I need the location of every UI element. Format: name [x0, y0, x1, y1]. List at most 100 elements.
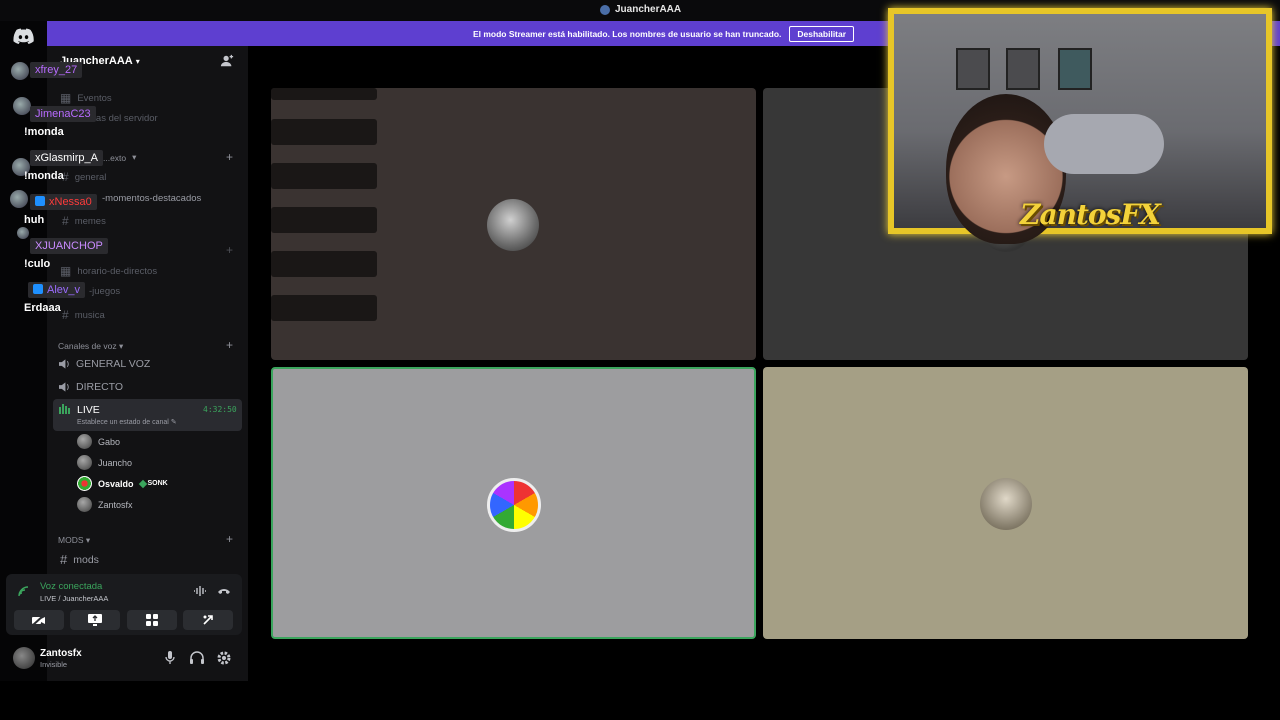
speaker-icon	[59, 382, 69, 392]
add-member-icon[interactable]	[220, 54, 234, 68]
streamer-arm	[1044, 114, 1164, 174]
category-text[interactable]: ...exto ▾	[103, 152, 136, 163]
category-label: Canales de voz	[58, 341, 117, 351]
chat-username: xGlasmirp_A	[30, 150, 103, 166]
tile-overlay-strip	[271, 207, 377, 233]
soundboard-button[interactable]	[183, 610, 233, 630]
voice-channel-direct[interactable]: DIRECTO	[59, 381, 123, 393]
add-channel-icon[interactable]: +	[226, 243, 233, 257]
chat-message: Erdaaa	[24, 302, 61, 314]
channel-label: memes	[74, 215, 106, 227]
category-mods[interactable]: MODS ▾	[58, 535, 90, 546]
channel-general[interactable]: # general	[62, 170, 106, 184]
subscriber-badge-icon	[35, 196, 45, 206]
category-label: ...exto	[103, 152, 127, 163]
channel-memes[interactable]: # memes	[62, 214, 106, 228]
headphones-icon[interactable]	[190, 651, 204, 665]
channel-schedule[interactable]: ▦ horario-de-directos	[60, 264, 157, 278]
category-label: MODS	[58, 535, 84, 545]
wall-frame	[1006, 48, 1040, 90]
hash-icon: #	[62, 214, 69, 228]
voice-user[interactable]: Gabo	[77, 434, 120, 449]
voice-user[interactable]: Zantosfx	[77, 497, 133, 512]
channel-highlights[interactable]: -momentos-destacados	[102, 193, 201, 204]
disable-streamer-button[interactable]: Deshabilitar	[789, 25, 855, 42]
user-tag-badge: SONK	[138, 479, 168, 488]
voice-channel-label: DIRECTO	[76, 381, 124, 393]
camera-button[interactable]	[14, 610, 64, 630]
channel-label: mods	[73, 553, 99, 566]
signal-icon[interactable]	[18, 586, 30, 597]
banner-text: El modo Streamer está habilitado. Los no…	[472, 28, 782, 39]
avatar	[77, 455, 92, 470]
chat-username: XJUANCHOP	[30, 238, 108, 254]
chat-username: Alev_v	[28, 282, 86, 298]
channel-label: horario-de-directos	[77, 265, 158, 277]
channel-events[interactable]: ▦ Eventos	[60, 91, 112, 105]
gear-icon[interactable]	[217, 651, 231, 665]
calendar-icon: ▦	[60, 264, 72, 278]
disconnect-icon[interactable]	[217, 585, 231, 597]
user-status: Invisible	[40, 660, 68, 669]
activities-button[interactable]	[127, 610, 177, 630]
avatar	[487, 478, 541, 532]
channel-label: -juegos	[89, 286, 121, 297]
hash-icon: #	[62, 308, 69, 322]
screen-share-icon	[88, 614, 102, 626]
discord-logo-icon[interactable]	[13, 28, 34, 44]
tile-overlay-strip	[271, 251, 377, 277]
screen-share-button[interactable]	[70, 610, 120, 630]
avatar	[10, 190, 28, 208]
noise-suppression-icon[interactable]	[193, 585, 207, 597]
chat-message: !culo	[24, 258, 51, 270]
avatar	[487, 199, 539, 251]
soundboard-icon	[203, 615, 213, 625]
subscriber-badge-icon	[33, 284, 43, 294]
pencil-icon: ✎	[170, 419, 177, 426]
tile-overlay-strip	[271, 163, 377, 189]
avatar	[17, 227, 29, 239]
chat-message: !monda	[24, 170, 64, 182]
chat-message: !monda	[24, 126, 64, 138]
username[interactable]: Zantosfx	[40, 648, 82, 659]
channel-server-guide[interactable]: ...as del servidor	[88, 113, 158, 124]
add-channel-icon[interactable]: +	[226, 150, 233, 164]
avatar	[980, 478, 1032, 530]
voice-user[interactable]: Osvaldo SONK	[77, 476, 168, 491]
tile-overlay-strip	[271, 295, 377, 321]
channel-music[interactable]: # musica	[62, 308, 105, 322]
voice-location: LIVE / JuancherAAA	[40, 594, 109, 603]
speaker-icon	[59, 359, 69, 369]
add-channel-icon[interactable]: +	[226, 532, 233, 546]
set-channel-status[interactable]: Establece un estado de canal ✎	[77, 418, 177, 426]
voice-status[interactable]: Voz conectada	[40, 581, 102, 592]
avatar[interactable]	[13, 647, 35, 669]
hash-icon: #	[60, 552, 68, 567]
avatar	[77, 476, 92, 491]
avatar	[77, 497, 92, 512]
voice-channel-general[interactable]: GENERAL VOZ	[59, 358, 150, 370]
voice-user[interactable]: Juancho	[77, 455, 132, 470]
calendar-icon: ▦	[60, 91, 72, 105]
channel-label: Eventos	[77, 92, 112, 104]
chat-username-text: xNessa0	[49, 196, 92, 208]
camera-off-icon	[32, 614, 45, 626]
wall-frame	[956, 48, 990, 90]
server-icon	[600, 4, 610, 15]
streamer-logo: ZantosFX	[1020, 198, 1161, 231]
avatar	[77, 434, 92, 449]
badge-label: SONK	[147, 480, 168, 487]
channel-mods[interactable]: # mods	[60, 552, 99, 567]
window-title-text: JuancherAAA	[615, 4, 682, 15]
voice-user-name: Osvaldo	[98, 478, 134, 489]
microphone-icon[interactable]	[164, 651, 176, 665]
live-activity-icon	[59, 404, 70, 414]
channel-games[interactable]: -juegos	[89, 286, 120, 297]
chat-username: JimenaC23	[30, 106, 96, 122]
voice-user-name: Gabo	[98, 436, 121, 447]
add-channel-icon[interactable]: +	[226, 338, 233, 352]
chat-username: xNessa0	[30, 194, 97, 210]
tile-overlay-strip	[271, 88, 377, 100]
channel-label: musica	[74, 309, 105, 321]
category-voice[interactable]: Canales de voz ▾	[58, 341, 123, 352]
